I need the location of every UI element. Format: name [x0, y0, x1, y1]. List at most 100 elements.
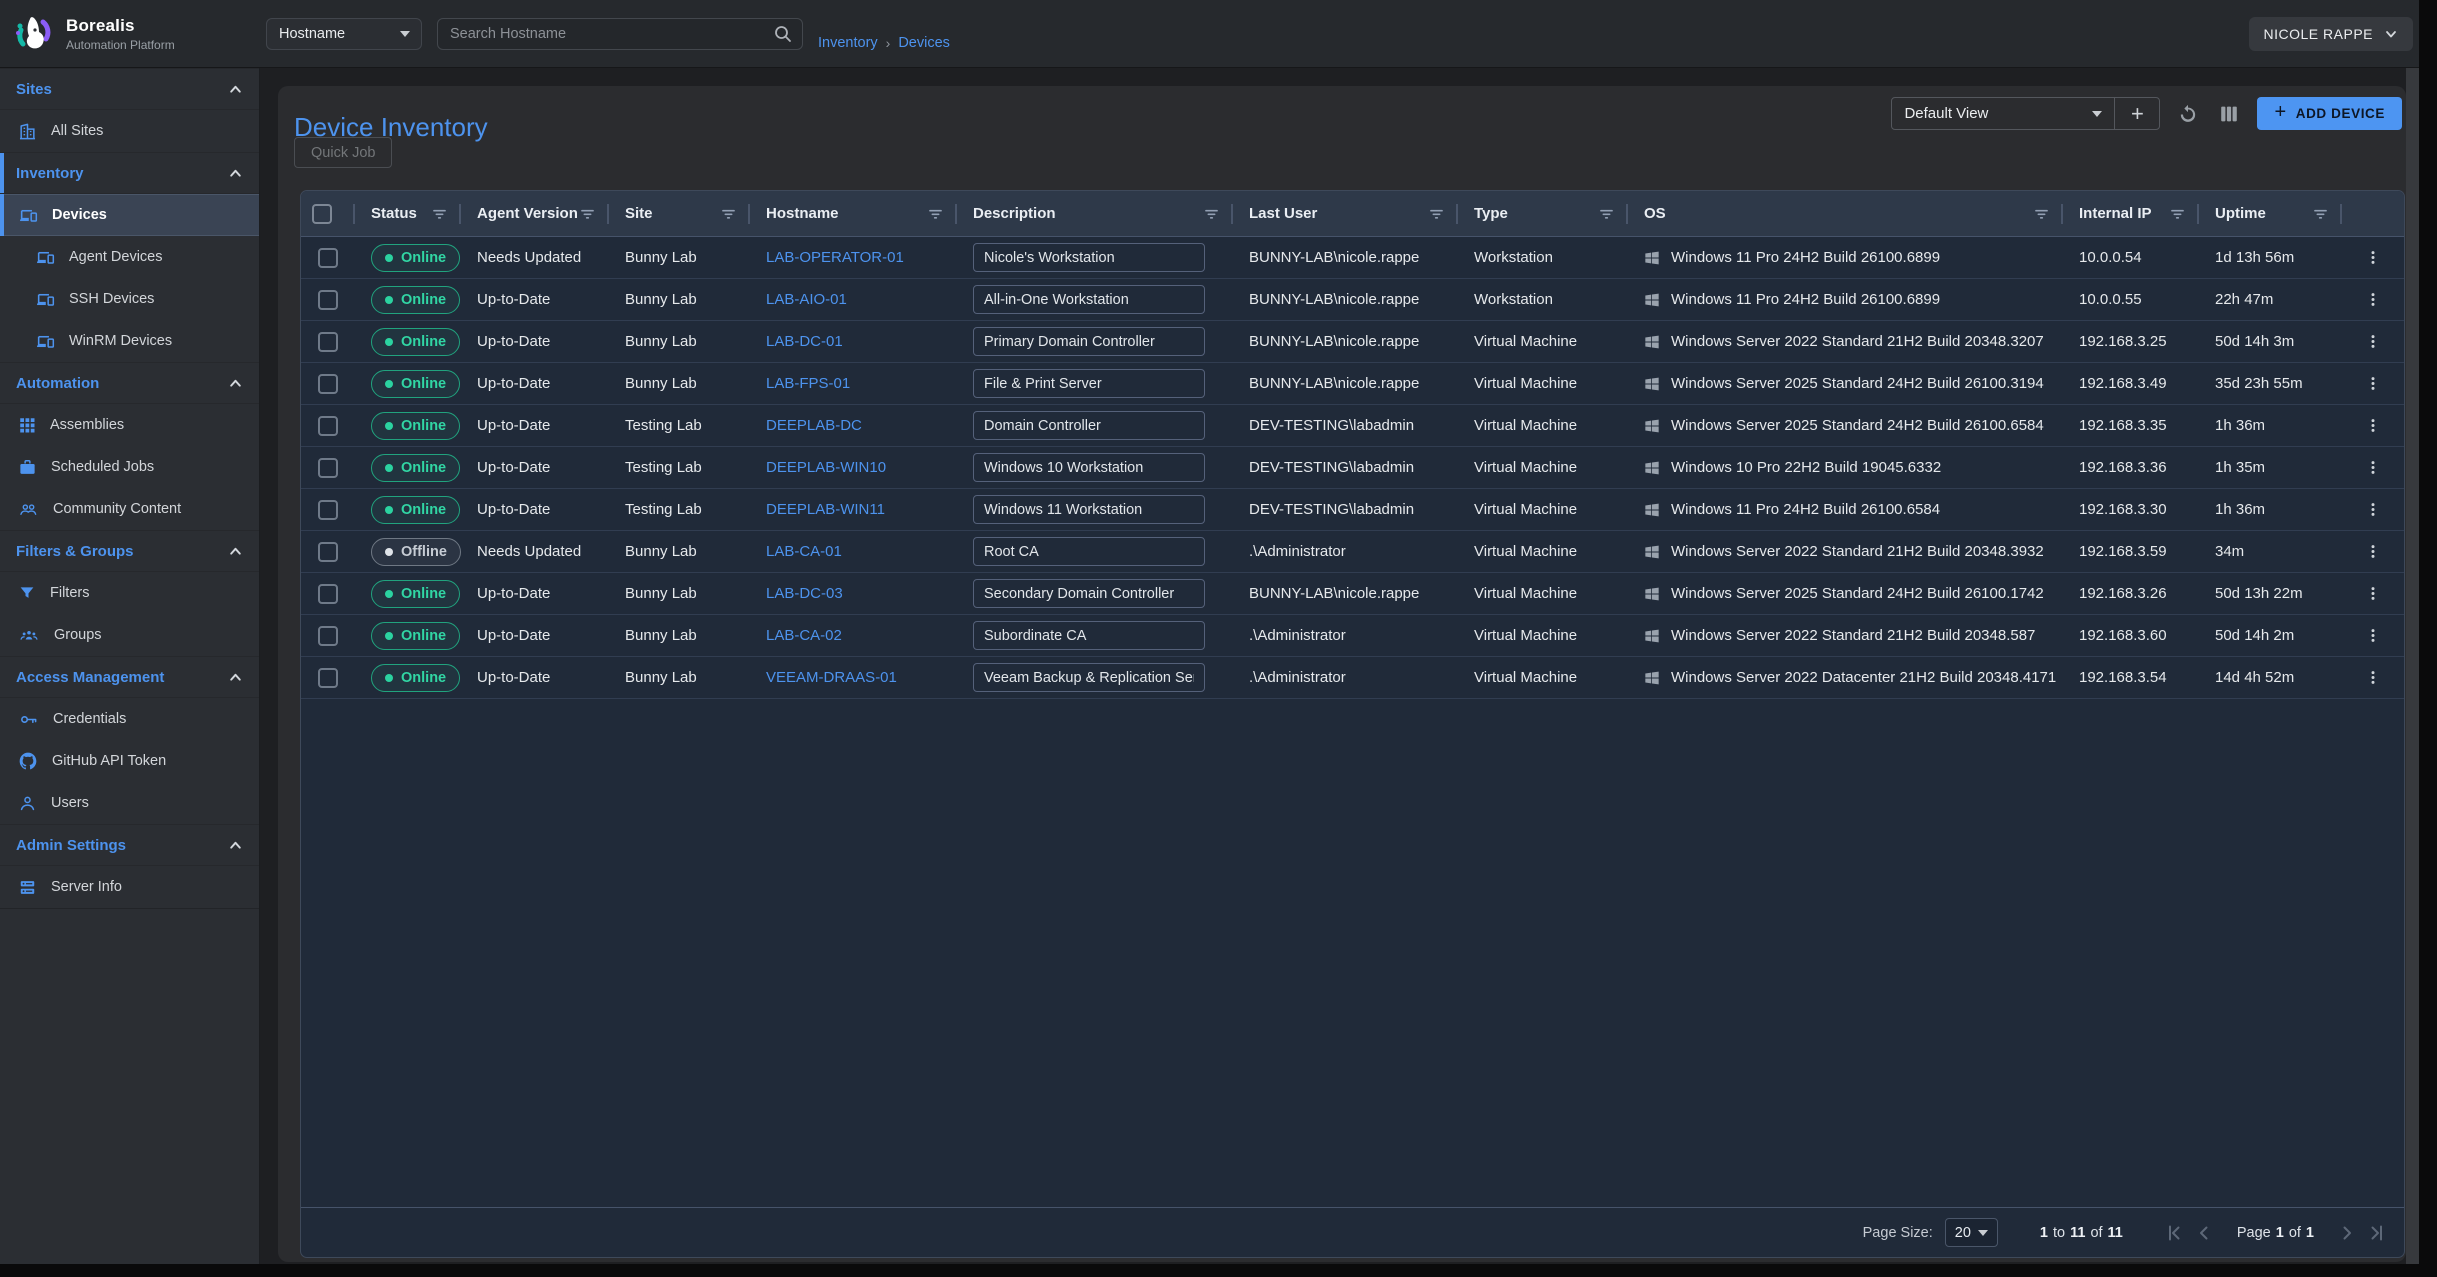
sidebar-item-credentials[interactable]: Credentials [0, 698, 259, 740]
column-header-uptime[interactable]: Uptime [2199, 191, 2342, 236]
sidebar-item-all-sites[interactable]: All Sites [0, 110, 259, 152]
description-input[interactable] [973, 453, 1205, 482]
row-checkbox[interactable] [318, 542, 338, 562]
first-page-button[interactable] [2161, 1220, 2187, 1246]
row-checkbox[interactable] [318, 500, 338, 520]
sidebar-section-sites[interactable]: Sites [0, 68, 259, 110]
description-input[interactable] [973, 369, 1205, 398]
row-actions-button[interactable] [2358, 411, 2388, 441]
search-input[interactable] [437, 18, 803, 50]
filter-icon[interactable] [2032, 204, 2051, 223]
column-header-status[interactable]: Status [355, 191, 461, 236]
row-checkbox[interactable] [318, 416, 338, 436]
hostname-link[interactable]: LAB-DC-03 [766, 585, 843, 602]
hostname-link[interactable]: LAB-AIO-01 [766, 291, 847, 308]
add-view-button[interactable]: + [2115, 98, 2159, 129]
column-header-os[interactable]: OS [1628, 191, 2063, 236]
hostname-link[interactable]: DEEPLAB-WIN10 [766, 459, 886, 476]
sidebar-section-automation[interactable]: Automation [0, 362, 259, 404]
sidebar-item-github-api-token[interactable]: GitHub API Token [0, 740, 259, 782]
page-scrollbar[interactable] [2406, 68, 2419, 1264]
filter-icon[interactable] [719, 204, 738, 223]
breadcrumb-inventory[interactable]: Inventory [818, 35, 878, 51]
sidebar-item-devices[interactable]: Devices [0, 194, 259, 236]
hostname-link[interactable]: LAB-CA-02 [766, 627, 842, 644]
filter-icon[interactable] [926, 204, 945, 223]
hostname-link[interactable]: VEEAM-DRAAS-01 [766, 669, 897, 686]
filter-icon[interactable] [578, 204, 597, 223]
description-input[interactable] [973, 663, 1205, 692]
description-input[interactable] [973, 411, 1205, 440]
description-input[interactable] [973, 579, 1205, 608]
sidebar-item-ssh-devices[interactable]: SSH Devices [0, 278, 259, 320]
filter-icon[interactable] [2311, 204, 2330, 223]
sidebar-item-server-info[interactable]: Server Info [0, 866, 259, 908]
hostname-link[interactable]: LAB-FPS-01 [766, 375, 850, 392]
sidebar-item-users[interactable]: Users [0, 782, 259, 824]
filter-icon[interactable] [1597, 204, 1616, 223]
sidebar-section-access-management[interactable]: Access Management [0, 656, 259, 698]
last-page-button[interactable] [2364, 1220, 2390, 1246]
add-device-button[interactable]: + ADD DEVICE [2257, 97, 2402, 130]
row-actions-button[interactable] [2358, 663, 2388, 693]
filter-icon[interactable] [2168, 204, 2187, 223]
row-checkbox[interactable] [318, 290, 338, 310]
row-actions-button[interactable] [2358, 453, 2388, 483]
column-header-internal-ip[interactable]: Internal IP [2063, 191, 2199, 236]
column-header-hostname[interactable]: Hostname [750, 191, 957, 236]
columns-button[interactable] [2216, 101, 2242, 127]
row-actions-button[interactable] [2358, 579, 2388, 609]
row-actions-button[interactable] [2358, 495, 2388, 525]
view-select[interactable]: Default View [1892, 98, 2114, 129]
quick-job-button[interactable]: Quick Job [294, 137, 392, 168]
hostname-link[interactable]: LAB-DC-01 [766, 333, 843, 350]
filter-icon[interactable] [430, 204, 449, 223]
row-actions-button[interactable] [2358, 285, 2388, 315]
sidebar-item-winrm-devices[interactable]: WinRM Devices [0, 320, 259, 362]
sidebar-section-filters-groups[interactable]: Filters & Groups [0, 530, 259, 572]
column-header-last-user[interactable]: Last User [1233, 191, 1458, 236]
row-checkbox[interactable] [318, 626, 338, 646]
hostname-link[interactable]: DEEPLAB-WIN11 [766, 501, 885, 518]
row-actions-button[interactable] [2358, 537, 2388, 567]
row-checkbox[interactable] [318, 584, 338, 604]
breadcrumb-devices[interactable]: Devices [898, 35, 950, 51]
sidebar-item-filters[interactable]: Filters [0, 572, 259, 614]
sidebar-item-groups[interactable]: Groups [0, 614, 259, 656]
sidebar-section-inventory[interactable]: Inventory [0, 152, 259, 194]
page-size-select[interactable]: 20 [1945, 1218, 1998, 1247]
row-actions-button[interactable] [2358, 621, 2388, 651]
description-input[interactable] [973, 495, 1205, 524]
sidebar-section-admin-settings[interactable]: Admin Settings [0, 824, 259, 866]
prev-page-button[interactable] [2191, 1220, 2217, 1246]
row-checkbox[interactable] [318, 248, 338, 268]
row-actions-button[interactable] [2358, 243, 2388, 273]
row-checkbox[interactable] [318, 374, 338, 394]
refresh-button[interactable] [2175, 101, 2201, 127]
description-input[interactable] [973, 243, 1205, 272]
sidebar-item-community-content[interactable]: Community Content [0, 488, 259, 530]
row-checkbox[interactable] [318, 668, 338, 688]
row-checkbox[interactable] [318, 332, 338, 352]
row-actions-button[interactable] [2358, 369, 2388, 399]
select-all-checkbox[interactable] [312, 204, 332, 224]
row-checkbox[interactable] [318, 458, 338, 478]
filter-icon[interactable] [1427, 204, 1446, 223]
description-input[interactable] [973, 537, 1205, 566]
row-actions-button[interactable] [2358, 327, 2388, 357]
search-field-select[interactable]: Hostname [266, 18, 422, 50]
next-page-button[interactable] [2334, 1220, 2360, 1246]
description-input[interactable] [973, 327, 1205, 356]
sidebar-item-agent-devices[interactable]: Agent Devices [0, 236, 259, 278]
sidebar-item-scheduled-jobs[interactable]: Scheduled Jobs [0, 446, 259, 488]
hostname-link[interactable]: LAB-CA-01 [766, 543, 842, 560]
column-header-site[interactable]: Site [609, 191, 750, 236]
description-input[interactable] [973, 621, 1205, 650]
column-header-description[interactable]: Description [957, 191, 1233, 236]
column-header-agent-version[interactable]: Agent Version [461, 191, 609, 236]
hostname-link[interactable]: LAB-OPERATOR-01 [766, 249, 904, 266]
column-header-type[interactable]: Type [1458, 191, 1628, 236]
sidebar-item-assemblies[interactable]: Assemblies [0, 404, 259, 446]
filter-icon[interactable] [1202, 204, 1221, 223]
user-menu[interactable]: NICOLE RAPPE [2249, 17, 2413, 51]
